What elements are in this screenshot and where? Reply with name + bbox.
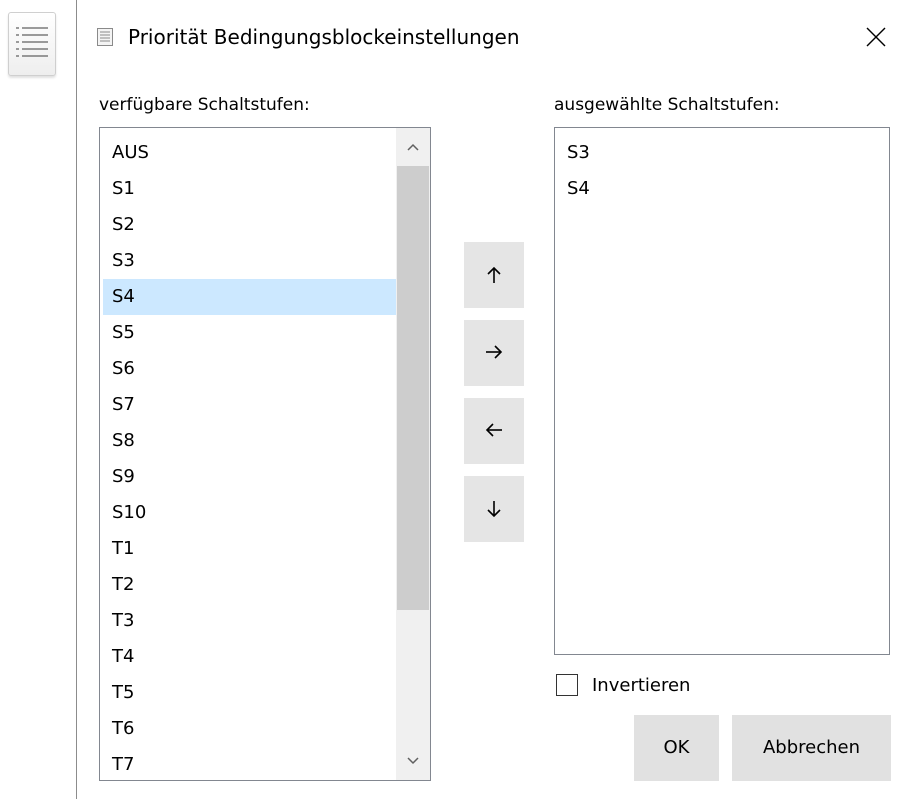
list-item[interactable]: T7 [103,747,397,780]
close-button[interactable] [849,14,903,60]
dialog-title: Priorität Bedingungsblockeinstellungen [128,25,520,49]
available-items: AUS S1 S2 S3 S4 S5 S6 S7 S8 S9 S10 T1 T2… [103,135,397,780]
invert-checkbox[interactable] [556,674,578,696]
arrow-up-icon [487,266,501,283]
list-item[interactable]: T4 [103,639,397,675]
list-item[interactable]: S6 [103,351,397,387]
list-item[interactable]: S7 [103,387,397,423]
chosen-list[interactable]: S3 S4 [554,127,890,655]
title-bar: Priorität Bedingungsblockeinstellungen [77,0,903,74]
list-item[interactable]: S8 [103,423,397,459]
arrow-down-icon [487,501,501,518]
move-down-button[interactable] [464,476,524,542]
available-list[interactable]: AUS S1 S2 S3 S4 S5 S6 S7 S8 S9 S10 T1 T2… [99,127,431,781]
move-up-button[interactable] [464,242,524,308]
list-item[interactable]: T1 [103,531,397,567]
arrow-right-icon [486,345,503,359]
priority-dialog: Priorität Bedingungsblockeinstellungen v… [76,0,903,799]
side-panel [0,0,77,799]
list-item[interactable]: T6 [103,711,397,747]
list-item[interactable]: S5 [103,315,397,351]
chosen-items: S3 S4 [558,135,878,207]
list-item[interactable]: T5 [103,675,397,711]
list-item[interactable]: T3 [103,603,397,639]
list-item-selected[interactable]: S4 [103,279,397,315]
list-item[interactable]: S4 [558,171,878,207]
chevron-down-icon [407,757,419,765]
list-item[interactable]: S1 [103,171,397,207]
list-item[interactable]: S9 [103,459,397,495]
chevron-up-icon [407,143,419,151]
list-icon[interactable] [8,12,56,76]
scroll-down-button[interactable] [396,746,430,778]
available-label: verfügbare Schaltstufen: [99,95,310,115]
arrow-left-icon [485,423,502,437]
scroll-up-button[interactable] [396,132,430,164]
document-list-icon [97,28,113,50]
move-right-button[interactable] [464,320,524,386]
list-item[interactable]: S2 [103,207,397,243]
move-left-button[interactable] [464,398,524,464]
cancel-button[interactable]: Abbrechen [732,715,891,781]
close-icon [866,27,886,47]
ok-button[interactable]: OK [634,715,719,781]
chosen-label: ausgewählte Schaltstufen: [554,95,780,115]
list-item[interactable]: S3 [103,243,397,279]
list-item[interactable]: S3 [558,135,878,171]
scroll-thumb[interactable] [397,166,429,610]
list-item[interactable]: S10 [103,495,397,531]
vertical-scrollbar[interactable] [396,128,430,780]
list-item[interactable]: T2 [103,567,397,603]
list-item[interactable]: AUS [103,135,397,171]
invert-label: Invertieren [592,675,691,696]
